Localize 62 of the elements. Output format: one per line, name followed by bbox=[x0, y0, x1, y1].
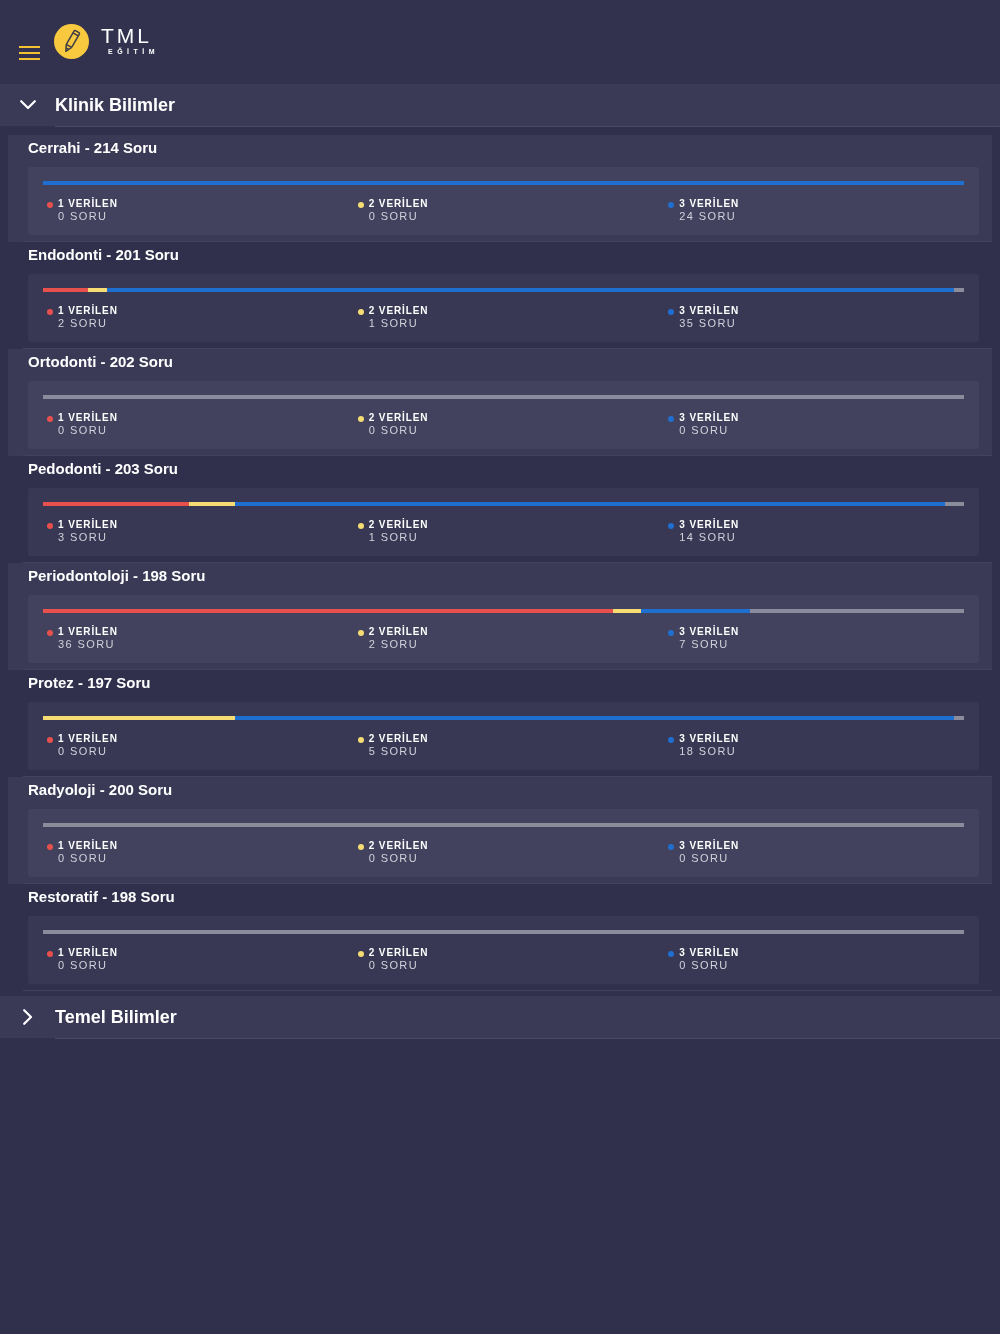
stat-count: 0 SORU bbox=[679, 959, 729, 972]
stat-count: 7 SORU bbox=[679, 638, 729, 651]
pencil-logo-icon bbox=[54, 24, 89, 59]
stat-label: 3 VERİLEN bbox=[679, 946, 740, 959]
category-title: Endodonti - 201 Soru bbox=[28, 246, 179, 264]
menu-button[interactable] bbox=[19, 46, 40, 60]
stat-count: 1 SORU bbox=[368, 317, 419, 330]
stat-label: 3 VERİLEN bbox=[679, 411, 740, 424]
stat-label: 1 VERİLEN bbox=[58, 304, 118, 317]
stat-count: 0 SORU bbox=[368, 959, 419, 972]
stat-count: 5 SORU bbox=[368, 745, 419, 758]
category-title: Restoratif - 198 Soru bbox=[28, 888, 175, 906]
stat-count: 0 SORU bbox=[58, 210, 108, 223]
stat-count: 24 SORU bbox=[679, 210, 737, 223]
section-header[interactable]: Temel Bilimler bbox=[0, 996, 1000, 1038]
stat-label: 2 VERİLEN bbox=[368, 197, 429, 210]
stat-label: 2 VERİLEN bbox=[368, 946, 429, 959]
stat-label: 2 VERİLEN bbox=[368, 518, 429, 531]
stat-count: 0 SORU bbox=[368, 852, 419, 865]
category-title: Pedodonti - 203 Soru bbox=[28, 460, 178, 478]
stat-count: 0 SORU bbox=[679, 424, 729, 437]
stat-count: 36 SORU bbox=[58, 638, 115, 651]
stat-count: 0 SORU bbox=[679, 852, 729, 865]
stat-count: 0 SORU bbox=[368, 210, 419, 223]
stat-count: 18 SORU bbox=[679, 745, 737, 758]
stat-count: 3 SORU bbox=[58, 531, 108, 544]
menu-icon bbox=[19, 46, 40, 60]
stat-count: 1 SORU bbox=[368, 531, 419, 544]
stat-label: 1 VERİLEN bbox=[58, 839, 118, 852]
stat-label: 2 VERİLEN bbox=[368, 411, 429, 424]
stat-label: 2 VERİLEN bbox=[368, 839, 429, 852]
stat-label: 1 VERİLEN bbox=[58, 732, 118, 745]
stat-count: 0 SORU bbox=[58, 424, 108, 437]
section-header[interactable]: Klinik Bilimler bbox=[0, 84, 1000, 126]
stat-count: 2 SORU bbox=[58, 317, 108, 330]
stat-label: 3 VERİLEN bbox=[679, 518, 740, 531]
category-title: Protez - 197 Soru bbox=[28, 674, 151, 692]
stat-label: 1 VERİLEN bbox=[58, 625, 118, 638]
stat-label: 3 VERİLEN bbox=[679, 839, 740, 852]
stat-count: 0 SORU bbox=[58, 852, 108, 865]
stat-label: 1 VERİLEN bbox=[58, 197, 118, 210]
stat-label: 2 VERİLEN bbox=[368, 304, 429, 317]
stat-label: 1 VERİLEN bbox=[58, 946, 118, 959]
stat-label: 2 VERİLEN bbox=[368, 732, 429, 745]
stat-label: 3 VERİLEN bbox=[679, 197, 740, 210]
category-title: Radyoloji - 200 Soru bbox=[28, 781, 173, 799]
stat-label: 3 VERİLEN bbox=[679, 625, 740, 638]
logo-title: TML bbox=[101, 26, 152, 46]
stat-count: 0 SORU bbox=[58, 959, 108, 972]
category-title: Periodontoloji - 198 Soru bbox=[28, 567, 206, 585]
stat-count: 14 SORU bbox=[679, 531, 737, 544]
stat-label: 1 VERİLEN bbox=[58, 518, 118, 531]
stat-label: 3 VERİLEN bbox=[679, 732, 740, 745]
category-title: Ortodonti - 202 Soru bbox=[28, 353, 173, 371]
stat-label: 3 VERİLEN bbox=[679, 304, 740, 317]
stat-count: 2 SORU bbox=[368, 638, 419, 651]
stat-count: 35 SORU bbox=[679, 317, 737, 330]
stat-label: 1 VERİLEN bbox=[58, 411, 118, 424]
stat-count: 0 SORU bbox=[58, 745, 108, 758]
category-title: Cerrahi - 214 Soru bbox=[28, 139, 158, 157]
stat-label: 2 VERİLEN bbox=[368, 625, 429, 638]
stat-count: 0 SORU bbox=[368, 424, 419, 437]
